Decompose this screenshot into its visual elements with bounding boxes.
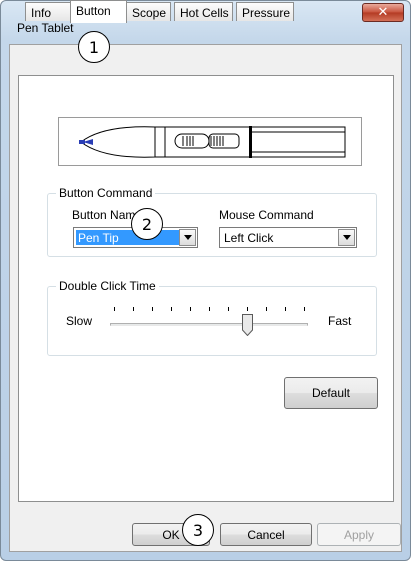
mouse-command-value: Left Click (224, 231, 274, 245)
window-title: Pen Tablet (17, 21, 74, 35)
callout-1: 1 (78, 31, 110, 63)
tab-pressure-label: Pressure (242, 6, 291, 20)
tab-scope-label: Scope (132, 6, 167, 20)
tab-hot-cells[interactable]: Hot Cells (174, 2, 233, 21)
button-name-value: Pen Tip (76, 230, 180, 245)
slider-tick (266, 307, 267, 311)
callout-2: 2 (131, 208, 163, 240)
slider-tick (190, 307, 191, 311)
slider-tick (133, 307, 134, 311)
button-command-group-label: Button Command (56, 186, 156, 200)
default-button-label: Default (311, 386, 351, 400)
slider-tick (228, 307, 229, 311)
tab-button-label: Button (76, 4, 111, 18)
tab-info[interactable]: Info (25, 2, 71, 21)
double-click-slider-thumb[interactable] (242, 314, 253, 336)
double-click-slider-track[interactable] (110, 323, 308, 326)
pen-icon (79, 126, 346, 158)
default-button[interactable]: Default (284, 377, 378, 409)
chevron-down-icon[interactable] (338, 229, 355, 246)
apply-button-label: Apply (343, 527, 375, 542)
slider-tick (285, 307, 286, 311)
cancel-button-label: Cancel (247, 527, 285, 542)
tab-hot-cells-label: Hot Cells (180, 6, 229, 20)
tab-button[interactable]: Button (70, 0, 127, 23)
slider-tick (304, 307, 305, 311)
slider-tick (209, 307, 210, 311)
slider-tick (114, 307, 115, 311)
tab-scope[interactable]: Scope (126, 2, 171, 21)
apply-button[interactable]: Apply (317, 523, 401, 546)
cancel-button[interactable]: Cancel (220, 523, 312, 546)
close-button[interactable]: ✕ (362, 3, 404, 22)
double-click-time-group-label: Double Click Time (56, 279, 159, 293)
chevron-down-icon[interactable] (179, 229, 196, 246)
slider-tick (171, 307, 172, 311)
mouse-command-label: Mouse Command (219, 208, 314, 222)
slider-tick (152, 307, 153, 311)
pen-illustration (58, 117, 362, 166)
callout-3: 3 (182, 514, 214, 546)
tab-pressure[interactable]: Pressure (236, 2, 294, 21)
mouse-command-select[interactable]: Left Click (219, 227, 357, 248)
slider-tick (247, 307, 248, 311)
fast-label: Fast (328, 314, 352, 328)
slow-label: Slow (66, 314, 93, 328)
close-icon: ✕ (377, 5, 389, 20)
tab-info-label: Info (31, 6, 52, 20)
ok-button-label: OK (162, 527, 180, 542)
